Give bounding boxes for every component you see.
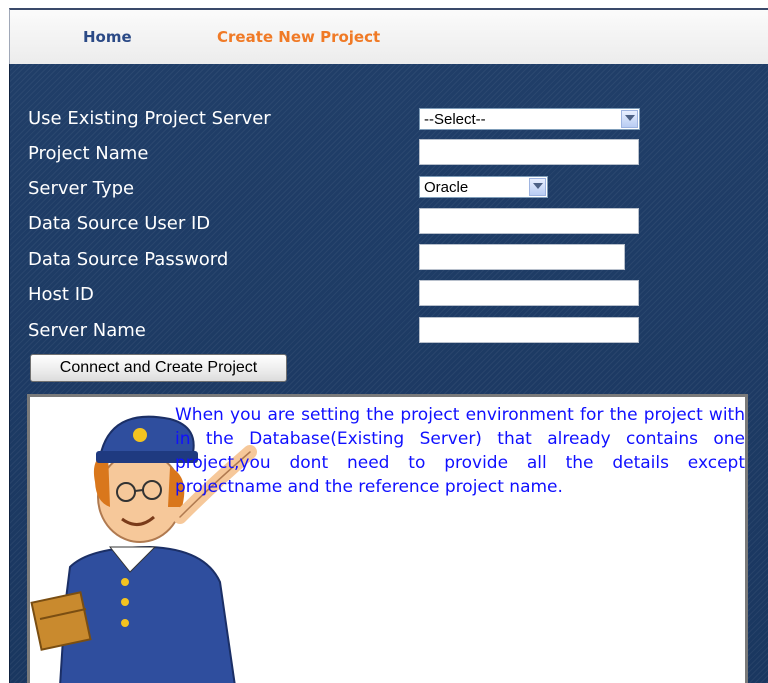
chevron-down-icon [621, 110, 638, 128]
host-id-label: Host ID [28, 284, 94, 305]
info-text: When you are setting the project environ… [175, 405, 745, 497]
info-box: When you are setting the project environ… [27, 394, 748, 683]
server-type-label: Server Type [28, 178, 135, 199]
project-name-input[interactable] [419, 139, 639, 165]
chevron-down-icon [529, 178, 546, 196]
existing-server-select[interactable]: --Select-- [419, 108, 640, 130]
page: Home Create New Project Use Existing Pro… [0, 0, 768, 683]
project-name-label: Project Name [28, 143, 149, 164]
existing-server-value: --Select-- [424, 111, 486, 128]
existing-server-label: Use Existing Project Server [28, 108, 271, 129]
server-type-select[interactable]: Oracle [419, 176, 548, 198]
connect-create-project-button[interactable]: Connect and Create Project [30, 354, 287, 382]
server-name-input[interactable] [419, 317, 639, 343]
server-name-label: Server Name [28, 320, 146, 341]
ds-user-id-input[interactable] [419, 208, 639, 234]
nav-home-link[interactable]: Home [83, 28, 132, 46]
host-id-input[interactable] [419, 280, 639, 306]
server-type-value: Oracle [424, 179, 469, 196]
ds-password-label: Data Source Password [28, 249, 229, 270]
ds-password-input[interactable] [419, 244, 625, 270]
ds-user-id-label: Data Source User ID [28, 213, 211, 234]
nav-create-project-link[interactable]: Create New Project [217, 28, 380, 46]
